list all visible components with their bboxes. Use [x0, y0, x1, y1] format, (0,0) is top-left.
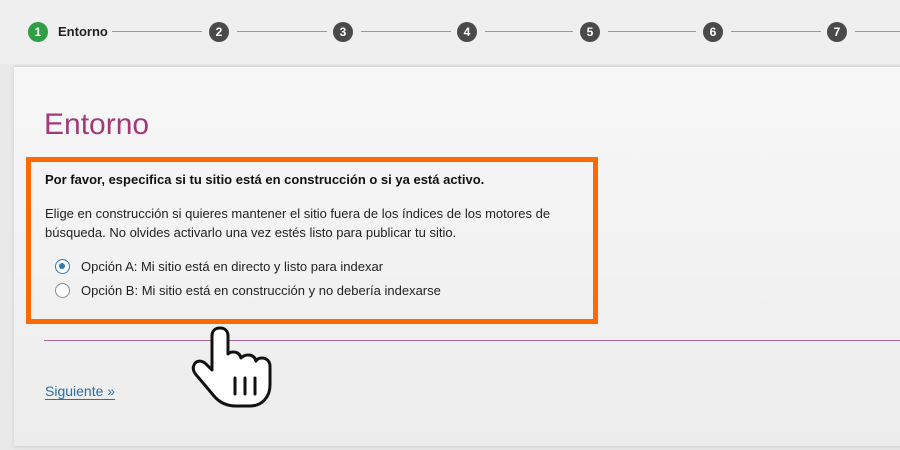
step-connector	[731, 31, 821, 32]
hand-pointer-icon	[191, 326, 272, 408]
progress-stepper: 1 Entorno 2 3 4 5 6 7	[0, 0, 900, 64]
help-text: Elige en construcción si quieres mantene…	[45, 206, 551, 240]
step-7-indicator[interactable]: 7	[827, 22, 847, 42]
step-1-label: Entorno	[58, 24, 108, 39]
step-4-indicator[interactable]: 4	[457, 22, 477, 42]
page-title: Entorno	[44, 108, 150, 141]
next-link[interactable]: Siguiente »	[45, 383, 115, 399]
step-2-indicator[interactable]: 2	[209, 22, 229, 42]
option-b-label: Opción B: Mi sitio está en construcción …	[81, 283, 441, 298]
divider	[44, 340, 900, 341]
option-b-row[interactable]: Opción B: Mi sitio está en construcción …	[55, 283, 441, 298]
option-a-row[interactable]: Opción A: Mi sitio está en directo y lis…	[55, 259, 383, 274]
question-text: Por favor, especifica si tu sitio está e…	[45, 172, 485, 187]
step-3-indicator[interactable]: 3	[333, 22, 353, 42]
step-connector	[855, 31, 900, 32]
step-1-indicator[interactable]: 1	[28, 22, 48, 42]
step-6-indicator[interactable]: 6	[703, 22, 723, 42]
step-connector	[608, 31, 696, 32]
step-connector	[361, 31, 451, 32]
step-connector	[485, 31, 573, 32]
step-5-indicator[interactable]: 5	[580, 22, 600, 42]
step-connector	[112, 31, 202, 32]
option-a-radio[interactable]	[55, 259, 70, 274]
option-b-radio[interactable]	[55, 283, 70, 298]
step-connector	[237, 31, 327, 32]
option-a-label: Opción A: Mi sitio está en directo y lis…	[81, 259, 384, 274]
